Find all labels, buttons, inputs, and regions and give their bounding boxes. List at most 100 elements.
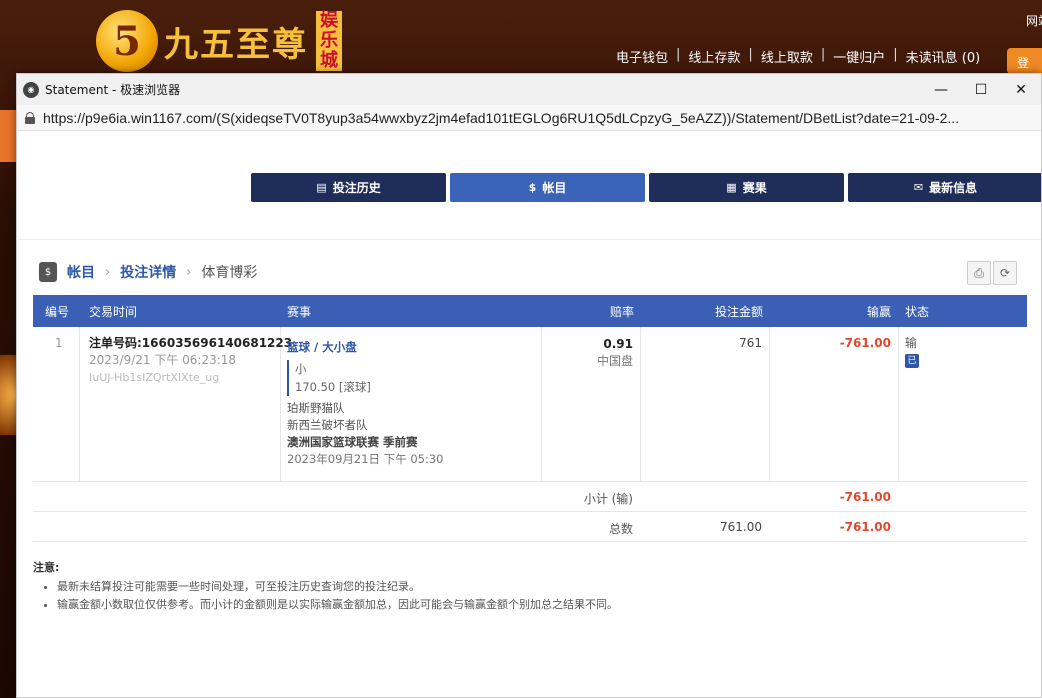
login-button[interactable]: 登 — [1007, 48, 1042, 74]
ledger-icon: $ — [528, 181, 537, 194]
nav-separator: | — [893, 47, 898, 62]
bet-selection: 小 — [295, 362, 307, 376]
lock-icon — [25, 111, 35, 124]
logo-badge-char: 娱 — [320, 10, 338, 31]
bet-stake: 761 — [739, 336, 762, 350]
total-row: 总数 761.00 -761.00 — [33, 512, 1027, 542]
total-winloss: -761.00 — [839, 520, 891, 534]
statement-page: ▤ 投注历史 $ 帐目 ▦ 赛果 ✉ 最新信息 $ 帐目 › 投注详情 › 体育… — [17, 131, 1041, 697]
league-name: 澳洲国家篮球联赛 季前赛 — [287, 435, 418, 449]
nav-withdraw[interactable]: 线上取款 — [761, 47, 813, 66]
breadcrumb-sports: 体育博彩 — [201, 265, 258, 281]
nav-separator: | — [748, 47, 753, 62]
bet-info-cell: 注单号码:166035696140681223 2023/9/21 下午 06:… — [89, 335, 292, 386]
main-tabs: ▤ 投注历史 $ 帐目 ▦ 赛果 ✉ 最新信息 — [251, 173, 1041, 202]
bet-odds: 0.91 — [603, 337, 633, 351]
table-row: 1 注单号码:166035696140681223 2023/9/21 下午 0… — [33, 327, 1027, 482]
header-time: 交易时间 — [89, 304, 138, 319]
side-decoration — [0, 355, 16, 435]
side-tab — [0, 110, 16, 162]
away-team: 新西兰破坏者队 — [287, 418, 368, 432]
breadcrumb-separator: › — [105, 264, 111, 280]
mail-icon: ✉ — [913, 181, 924, 194]
top-nav: 电子钱包 | 线上存款 | 线上取款 | 一键归户 | 未读讯息 (0) — [616, 47, 980, 66]
header-odds: 赔率 — [610, 304, 635, 319]
column-divider — [898, 327, 899, 482]
status-cell: 输 已 — [905, 335, 919, 368]
column-divider — [640, 327, 641, 482]
nav-separator: | — [820, 47, 826, 62]
url-field[interactable]: https://p9e6ia.win1167.com/(S(xideqseTV0… — [43, 110, 1033, 126]
home-team: 珀斯野猫队 — [287, 401, 345, 415]
nav-consolidate[interactable]: 一键归户 — [833, 47, 885, 66]
total-stake: 761.00 — [720, 520, 762, 534]
refresh-icon[interactable]: ⟳ — [993, 261, 1017, 285]
bet-line: 170.50 [滚球] — [295, 380, 371, 394]
note-item: 最新未结算投注可能需要一些时间处理，可至投注历史查询您的投注纪录。 — [57, 578, 618, 594]
logo-badge: 娱 乐 城 — [316, 11, 342, 71]
subtotal-row: 小计 (输) -761.00 — [33, 482, 1027, 512]
bet-datetime: 2023/9/21 下午 06:23:18 — [89, 353, 237, 367]
bet-winloss: -761.00 — [839, 336, 891, 350]
tab-label: 赛果 — [742, 181, 767, 195]
bet-market[interactable]: 篮球 / 大小盘 — [287, 339, 444, 356]
column-divider — [79, 327, 80, 482]
logo-badge-char: 乐 — [320, 30, 338, 51]
notes-title: 注意: — [33, 561, 60, 574]
tab-statement[interactable]: $ 帐目 — [450, 173, 645, 202]
header-no: 编号 — [45, 304, 70, 319]
nav-separator: | — [676, 47, 681, 62]
event-cell: 篮球 / 大小盘 小 170.50 [滚球] 珀斯野猫队 新西兰破坏者队 澳洲国… — [287, 339, 444, 468]
nav-deposit[interactable]: 线上存款 — [688, 47, 740, 66]
tab-latest-info[interactable]: ✉ 最新信息 — [848, 173, 1041, 202]
bet-reference: IuUJ-Hb1sIZQrtXIXte_ug — [89, 371, 220, 384]
bet-status: 输 — [905, 336, 918, 350]
print-icon[interactable]: ⎙ — [967, 261, 991, 285]
column-divider — [769, 327, 770, 482]
statement-icon: $ — [39, 262, 57, 282]
browser-icon: ◉ — [23, 81, 39, 98]
tab-label: 投注历史 — [332, 181, 381, 195]
note-item: 输赢金额小数取位仅供参考。而小计的金额则是以实际输赢金额加总，因此可能会与输赢金… — [57, 596, 618, 612]
minimize-icon[interactable]: — — [921, 74, 961, 105]
nav-wallet[interactable]: 电子钱包 — [616, 47, 668, 66]
notes-section: 注意: 最新未结算投注可能需要一些时间处理，可至投注历史查询您的投注纪录。 输赢… — [33, 559, 618, 614]
bet-table: 编号 交易时间 赛事 赔率 投注金额 输赢 状态 1 注单号码:16603569… — [33, 295, 1027, 542]
tab-bet-history[interactable]: ▤ 投注历史 — [251, 173, 446, 202]
statement-window: ◉ Statement - 极速浏览器 — ☐ ✕ https://p9e6ia… — [16, 73, 1042, 698]
header-status: 状态 — [905, 304, 930, 319]
event-time: 2023年09月21日 下午 05:30 — [287, 452, 444, 466]
breadcrumb-separator: › — [186, 264, 192, 280]
nav-unread[interactable]: 未读讯息 (0) — [906, 47, 981, 66]
subtotal-label: 小计 (输) — [583, 492, 633, 506]
odds-cell: 0.91 中国盘 — [541, 336, 633, 370]
receipt-icon: ▤ — [316, 181, 327, 194]
breadcrumb-bet-details[interactable]: 投注详情 — [120, 262, 176, 282]
toolbar: ⎙ ⟳ — [965, 261, 1017, 285]
casino-logo: 5 九五至尊 娱 乐 城 — [96, 10, 342, 72]
selection-block: 小 170.50 [滚球] — [287, 360, 444, 396]
table-header: 编号 交易时间 赛事 赔率 投注金额 输赢 状态 — [33, 295, 1027, 327]
window-title: Statement - 极速浏览器 — [45, 83, 181, 97]
row-number: 1 — [55, 336, 63, 350]
logo-emblem: 5 — [96, 10, 158, 72]
breadcrumb: $ 帐目 › 投注详情 › 体育博彩 — [39, 262, 257, 282]
title-bar[interactable]: ◉ Statement - 极速浏览器 — ☐ ✕ — [17, 74, 1041, 105]
tab-label: 最新信息 — [929, 181, 978, 195]
logo-text: 九五至尊 — [164, 24, 308, 65]
header-winloss: 输赢 — [867, 304, 892, 319]
close-icon[interactable]: ✕ — [1001, 74, 1041, 105]
bet-id: 注单号码:166035696140681223 — [89, 336, 293, 350]
address-bar: https://p9e6ia.win1167.com/(S(xideqseTV0… — [17, 105, 1041, 131]
header-stake: 投注金额 — [715, 304, 764, 319]
maximize-icon[interactable]: ☐ — [961, 74, 1001, 105]
header-event: 赛事 — [287, 304, 312, 319]
tab-results[interactable]: ▦ 赛果 — [649, 173, 844, 202]
odds-type: 中国盘 — [596, 354, 633, 368]
logo-badge-char: 城 — [320, 50, 338, 71]
results-icon: ▦ — [726, 181, 737, 194]
divider — [17, 239, 1041, 240]
breadcrumb-statement[interactable]: 帐目 — [67, 262, 95, 282]
top-right-link[interactable]: 网站 — [1026, 12, 1042, 29]
notes-list: 最新未结算投注可能需要一些时间处理，可至投注历史查询您的投注纪录。 输赢金额小数… — [33, 578, 618, 612]
